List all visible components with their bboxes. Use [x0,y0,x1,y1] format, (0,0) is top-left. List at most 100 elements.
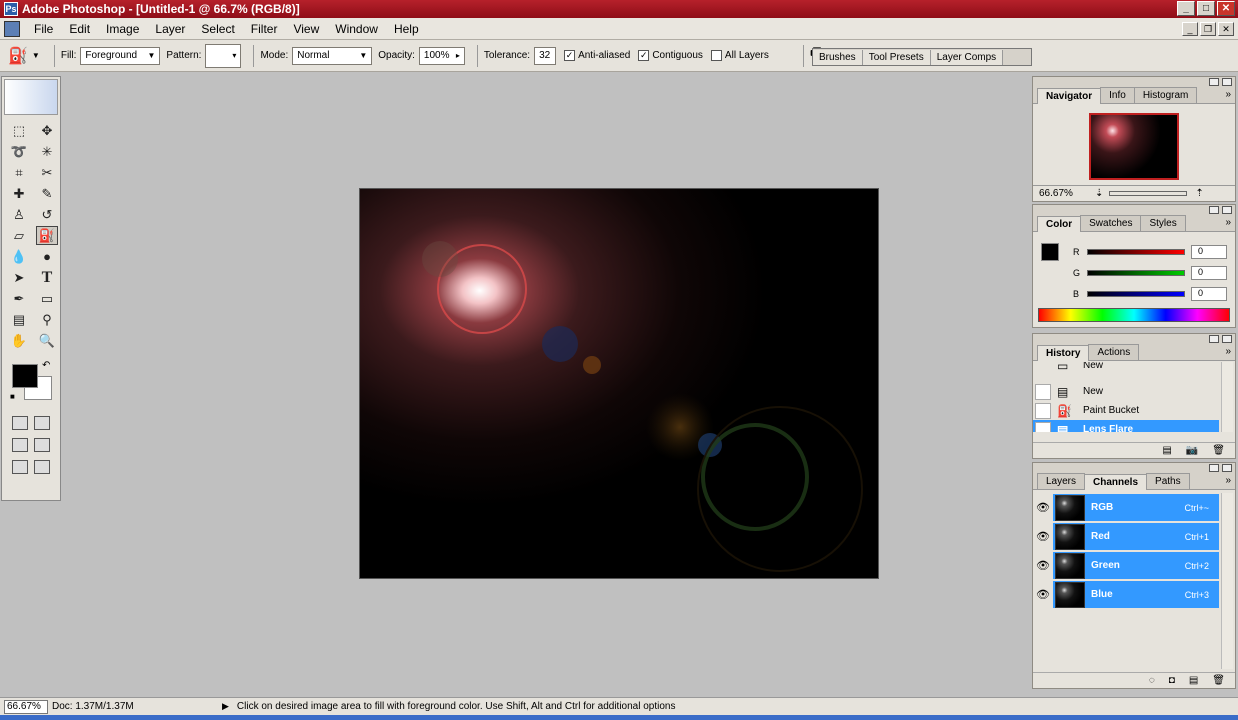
trash-icon[interactable]: 🗑 [1212,675,1225,686]
history-item[interactable]: ⛽ Paint Bucket [1033,401,1219,420]
panel-close-button[interactable] [1222,78,1232,86]
pattern-picker[interactable]: ▾ [205,43,242,68]
doc-restore-button[interactable]: ❐ [1200,22,1216,36]
minimize-button[interactable]: _ [1177,1,1195,16]
channel-row-rgb[interactable]: 👁 RGB Ctrl+~ [1033,493,1219,522]
trash-icon[interactable]: 🗑 [1212,445,1225,456]
magic-wand-tool-icon[interactable]: ✳ [36,142,58,161]
tab-color[interactable]: Color [1037,216,1082,232]
notes-tool-icon[interactable]: ▤ [8,310,30,329]
menu-layer[interactable]: Layer [147,22,193,36]
opacity-field[interactable]: 100% ▸ [418,46,465,65]
color-spectrum-ramp[interactable] [1038,308,1230,322]
healing-brush-tool-icon[interactable]: ✚ [8,184,30,203]
marquee-tool-icon[interactable]: ⬚ [8,121,30,140]
doc-minimize-button[interactable]: _ [1182,22,1198,36]
quick-mask-mode-button[interactable] [34,416,50,430]
history-brush-source-box[interactable] [1035,362,1051,374]
panel-close-button[interactable] [1222,206,1232,214]
channel-row-blue[interactable]: 👁 Blue Ctrl+3 [1033,580,1219,609]
tab-history[interactable]: History [1037,345,1090,361]
palette-well-tab[interactable]: Layer Comps [930,49,1004,65]
foreground-color-swatch[interactable] [12,364,38,388]
eye-icon[interactable]: 👁 [1033,530,1053,543]
panel-minimize-button[interactable] [1209,206,1219,214]
menu-image[interactable]: Image [98,22,147,36]
path-selection-tool-icon[interactable]: ➤ [8,268,30,287]
document-icon[interactable] [4,20,20,37]
new-channel-icon[interactable]: ▤ [1189,675,1198,686]
save-selection-as-channel-icon[interactable]: ◘ [1169,675,1175,686]
crop-tool-icon[interactable]: ⌗ [8,163,30,182]
document-canvas[interactable] [359,188,879,579]
tolerance-field[interactable]: 32 [534,46,557,65]
red-slider[interactable] [1087,248,1185,255]
navigator-zoom-value[interactable]: 66.67% [1039,188,1095,199]
new-document-from-state-icon[interactable]: ▤ [1162,445,1171,456]
palette-well-tab[interactable]: Brushes [813,49,863,65]
feather-logo[interactable] [4,79,58,115]
palette-well-tab[interactable]: Tool Presets [862,49,931,65]
swap-colors-icon[interactable]: ↶ [42,360,50,371]
red-value-field[interactable]: 0 [1191,244,1227,259]
panel-menu-icon[interactable]: » [1225,346,1231,357]
green-value-field[interactable]: 0 [1191,265,1227,280]
hand-tool-icon[interactable]: ✋ [8,331,30,350]
panel-menu-icon[interactable]: » [1225,89,1231,100]
type-tool-icon[interactable]: T [36,268,58,287]
tab-swatches[interactable]: Swatches [1080,215,1142,231]
panel-menu-icon[interactable]: » [1225,475,1231,486]
panel-minimize-button[interactable] [1209,78,1219,86]
menu-select[interactable]: Select [193,22,242,36]
rectangle-tool-icon[interactable]: ▭ [36,289,58,308]
zoom-tool-icon[interactable]: 🔍 [36,331,58,350]
standard-mode-button[interactable] [12,416,28,430]
zoom-in-icon[interactable]: ⇡ [1195,188,1203,199]
green-slider[interactable] [1087,269,1185,276]
panel-menu-icon[interactable]: » [1225,217,1231,228]
fill-select[interactable]: Foreground ▼ [80,46,161,65]
blue-value-field[interactable]: 0 [1191,286,1227,301]
slice-tool-icon[interactable]: ✂ [36,163,58,182]
pen-tool-icon[interactable]: ✒ [8,289,30,308]
chevron-right-icon[interactable]: ▸ [456,51,460,60]
contiguous-checkbox[interactable]: ✓ [638,50,650,61]
default-colors-icon[interactable]: ■ [10,392,15,401]
eye-icon[interactable]: 👁 [1033,501,1053,514]
history-item-active[interactable]: ▤ Lens Flare [1033,420,1219,432]
zoom-slider[interactable] [1109,191,1188,196]
mode-select[interactable]: Normal ▼ [292,46,373,65]
panel-close-button[interactable] [1222,464,1232,472]
status-zoom-field[interactable]: 66.67% [4,699,48,714]
tab-histogram[interactable]: Histogram [1133,87,1198,103]
menu-view[interactable]: View [285,22,327,36]
channel-row-red[interactable]: 👁 Red Ctrl+1 [1033,522,1219,551]
tab-paths[interactable]: Paths [1146,473,1190,489]
new-snapshot-icon[interactable]: 📷 [1186,445,1198,456]
eye-icon[interactable]: 👁 [1033,559,1053,572]
tab-info[interactable]: Info [1100,87,1135,103]
tab-layers[interactable]: Layers [1037,473,1086,489]
eye-icon[interactable]: 👁 [1033,588,1053,601]
history-item[interactable]: ▤ New [1033,382,1219,401]
brush-tool-icon[interactable]: ✎ [36,184,58,203]
tab-channels[interactable]: Channels [1084,474,1148,490]
close-button[interactable]: ✕ [1217,1,1235,16]
menu-filter[interactable]: Filter [243,22,286,36]
menu-file[interactable]: File [26,22,61,36]
jump-to-imageready-button[interactable] [12,460,28,474]
blur-tool-icon[interactable]: 💧 [8,247,30,266]
blue-slider[interactable] [1087,290,1185,297]
screen-mode-full-button[interactable] [34,438,50,452]
panel-minimize-button[interactable] [1209,335,1219,343]
panel-minimize-button[interactable] [1209,464,1219,472]
menu-edit[interactable]: Edit [61,22,98,36]
doc-close-button[interactable]: ✕ [1218,22,1234,36]
dodge-tool-icon[interactable]: ● [36,247,58,266]
maximize-button[interactable]: □ [1197,1,1215,16]
color-foreground-swatch[interactable] [1041,243,1059,261]
zoom-out-icon[interactable]: ⇣ [1095,188,1103,199]
status-menu-arrow-icon[interactable]: ▶ [222,701,229,712]
history-snapshot[interactable]: ▭ New [1033,362,1219,375]
tab-styles[interactable]: Styles [1140,215,1186,231]
